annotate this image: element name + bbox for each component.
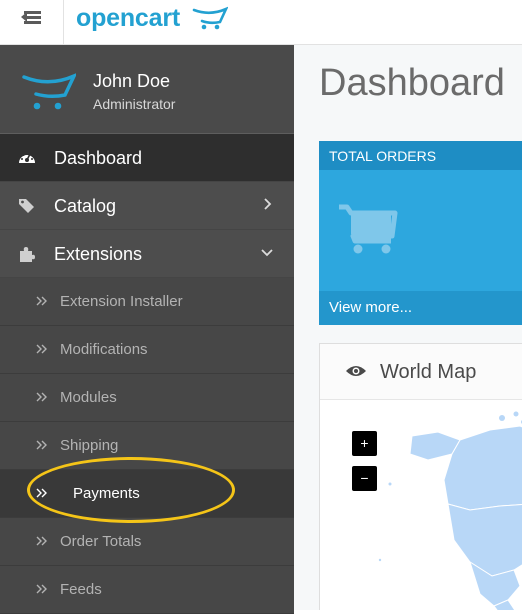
double-chevron-right-icon xyxy=(36,344,47,354)
submenu-item-label: Modules xyxy=(60,389,117,406)
sidebar-item-label: Catalog xyxy=(54,196,117,216)
submenu-item-label: Shipping xyxy=(60,437,119,454)
shopping-cart-icon xyxy=(339,204,398,254)
sidebar-item-extensions[interactable]: Extensions xyxy=(0,230,294,278)
submenu-item-label: Extension Installer xyxy=(60,293,183,310)
submenu-item-label: Modifications xyxy=(60,341,148,358)
view-more-link[interactable]: View more... xyxy=(329,299,412,316)
top-bar: opencart xyxy=(0,0,522,45)
tile-header: TOTAL ORDERS xyxy=(319,141,522,170)
profile-role: Administrator xyxy=(93,96,176,112)
zoom-out-button[interactable]: − xyxy=(352,466,377,491)
submenu-item-feeds[interactable]: Feeds xyxy=(0,566,294,614)
double-chevron-right-icon xyxy=(36,536,47,546)
world-map[interactable] xyxy=(320,400,522,610)
sidebar: John Doe Administrator Dashboard Catalog… xyxy=(0,45,294,614)
chevron-down-icon xyxy=(261,249,273,257)
submenu-item-label: Order Totals xyxy=(60,533,142,550)
panel-title: World Map xyxy=(380,361,477,383)
page-title: Dashboard xyxy=(319,62,505,104)
double-chevron-right-icon xyxy=(36,584,47,594)
user-profile[interactable]: John Doe Administrator xyxy=(0,45,294,134)
panel-header: World Map xyxy=(320,344,522,400)
chevron-right-icon xyxy=(264,198,272,210)
puzzle-icon xyxy=(20,247,35,262)
sidebar-item-dashboard[interactable]: Dashboard xyxy=(0,134,294,182)
tags-icon xyxy=(19,199,34,213)
avatar-cart-logo-icon xyxy=(22,73,76,110)
double-chevron-right-icon xyxy=(36,296,47,306)
sidebar-item-label: Dashboard xyxy=(54,148,143,168)
sidebar-item-label: Extensions xyxy=(54,244,143,264)
submenu-item-order-totals[interactable]: Order Totals xyxy=(0,518,294,566)
dashboard-gauge-icon xyxy=(19,153,35,163)
submenu-item-extension-installer[interactable]: Extension Installer xyxy=(0,278,294,326)
double-chevron-right-icon xyxy=(36,392,47,402)
submenu-item-modifications[interactable]: Modifications xyxy=(0,326,294,374)
double-chevron-right-icon xyxy=(36,440,47,450)
zoom-in-button[interactable]: + xyxy=(352,431,377,456)
highlight-annotation-ellipse xyxy=(27,457,235,523)
profile-name: John Doe xyxy=(93,71,171,91)
eye-icon xyxy=(346,366,366,376)
main-content: Dashboard TOTAL ORDERS View more... Worl… xyxy=(294,45,522,610)
submenu-item-modules[interactable]: Modules xyxy=(0,374,294,422)
logo-text: opencart xyxy=(76,4,180,32)
tile-footer[interactable]: View more... xyxy=(319,291,522,325)
world-map-panel: World Map + − xyxy=(319,343,522,610)
total-orders-tile: TOTAL ORDERS View more... xyxy=(319,141,522,325)
sidebar-toggle-button[interactable] xyxy=(0,0,64,44)
sidebar-item-catalog[interactable]: Catalog xyxy=(0,182,294,230)
tile-title: TOTAL ORDERS xyxy=(329,148,437,164)
logo-cart-icon xyxy=(192,6,228,30)
submenu-item-label: Feeds xyxy=(60,581,102,598)
